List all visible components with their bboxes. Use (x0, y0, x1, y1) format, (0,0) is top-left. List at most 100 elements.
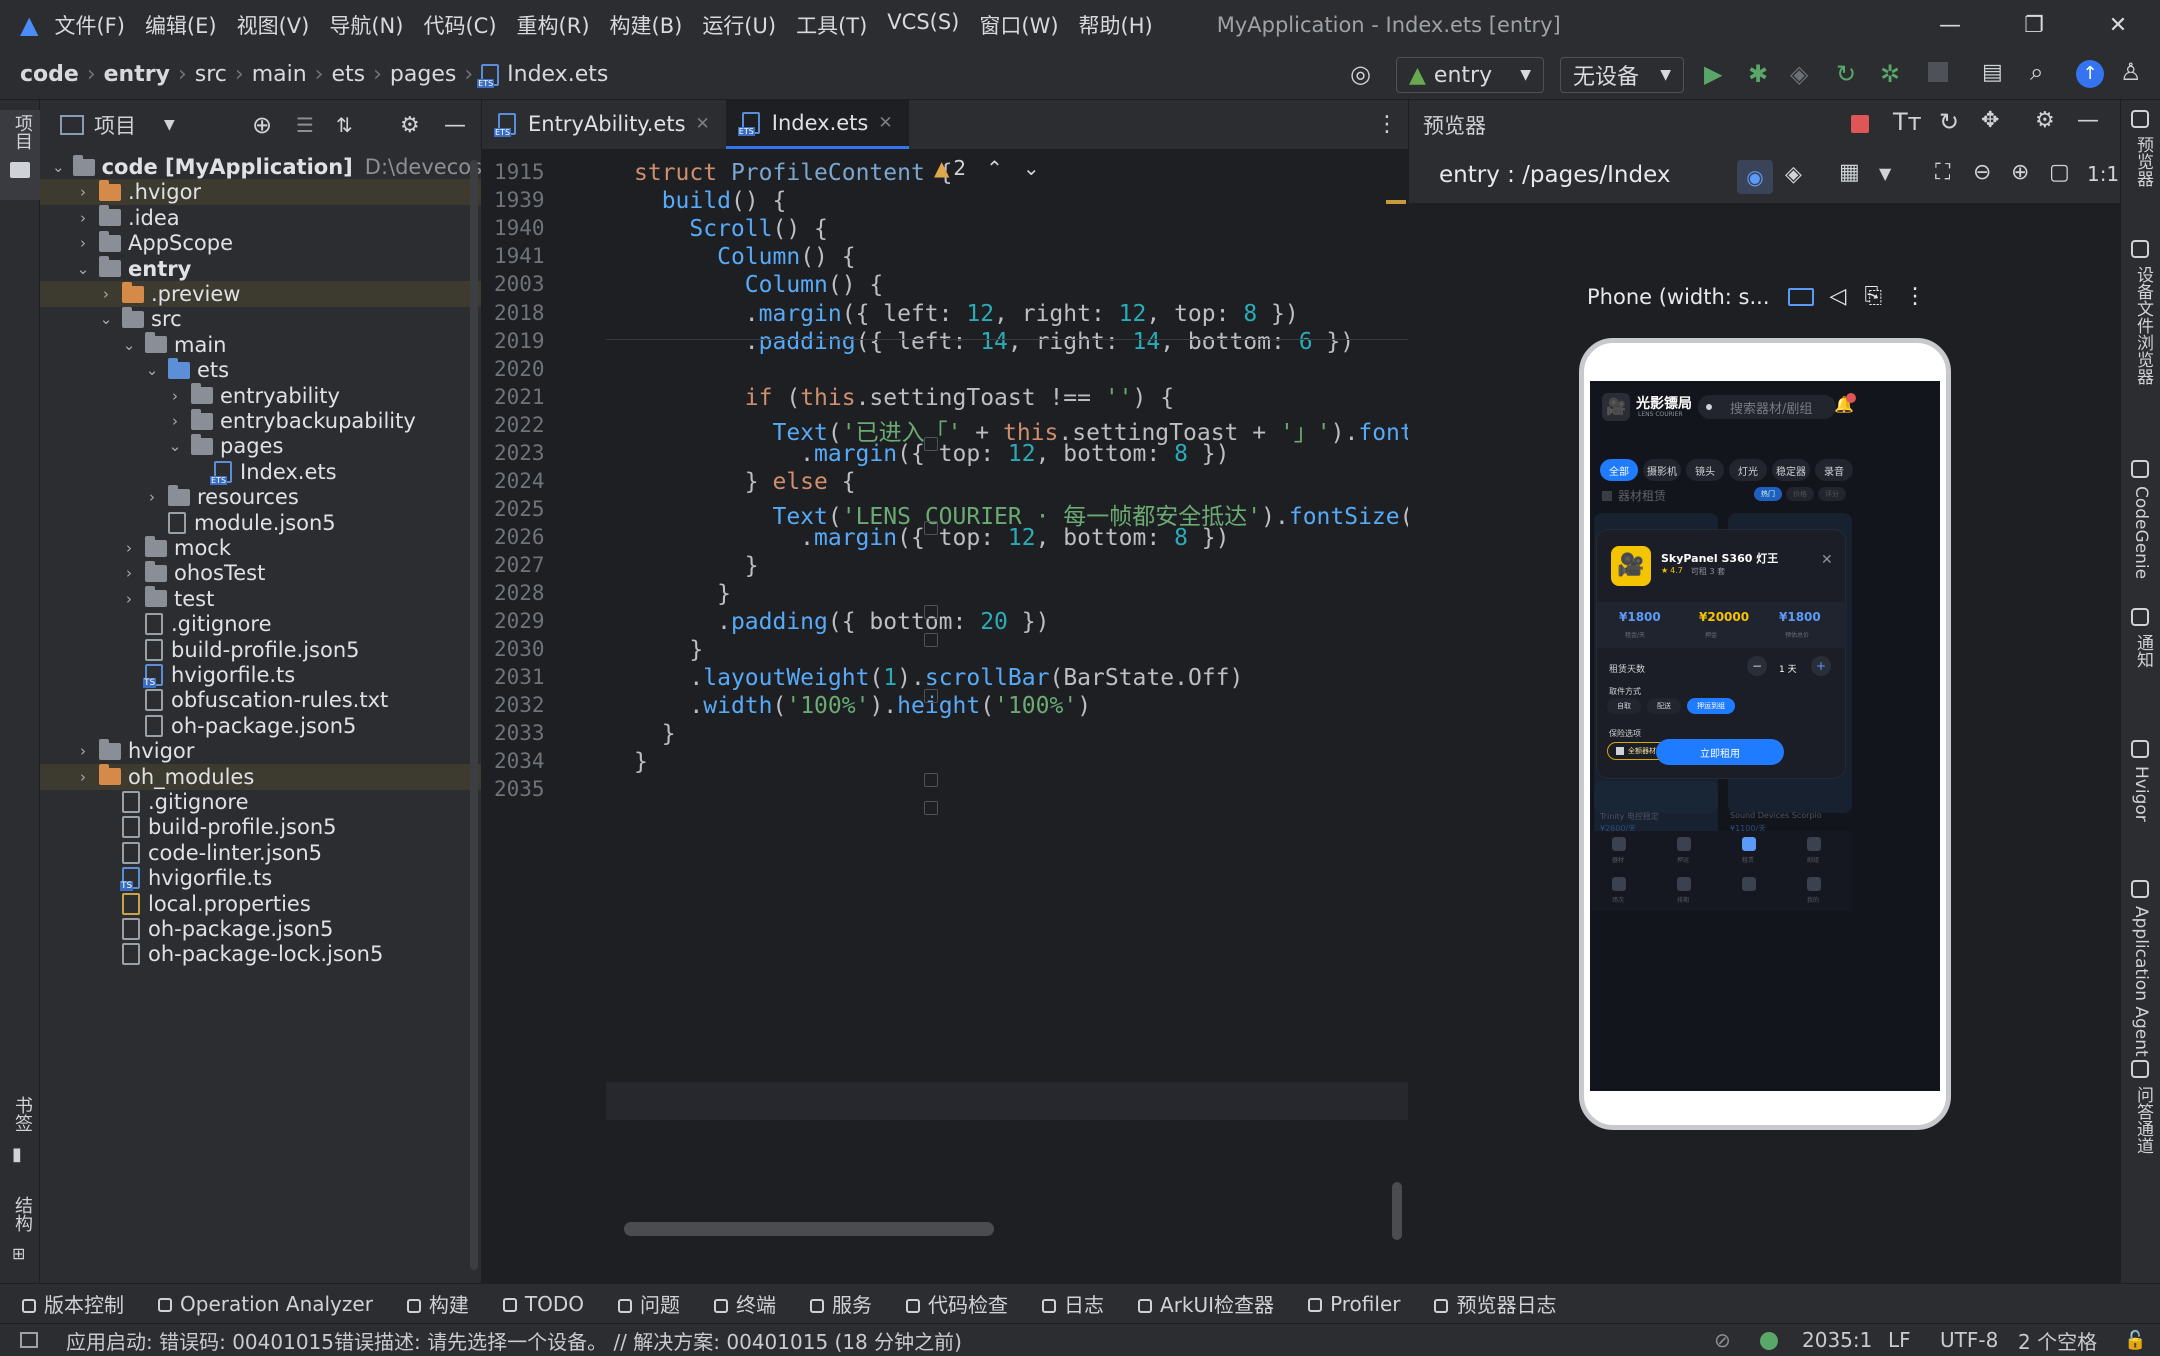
chevron-down-icon[interactable]: ▼ (164, 117, 175, 133)
tree-item[interactable]: › .hvigor (40, 179, 481, 206)
window-icon[interactable]: ▢ (2049, 160, 2070, 185)
tree-item[interactable]: ⌄ entry (40, 256, 481, 282)
tool-window-button[interactable]: 构建 (406, 1289, 469, 1318)
sticky-code-line[interactable]: Column() { (634, 272, 883, 298)
chevron-right-icon[interactable]: › (75, 183, 91, 201)
right-tool-icon[interactable] (2131, 880, 2149, 898)
nav-icon[interactable] (1807, 837, 1821, 851)
section-tab[interactable]: 价格 (1786, 487, 1814, 501)
tool-window-button[interactable]: 预览器日志 (1434, 1289, 1556, 1318)
fit-screen-icon[interactable]: ⛶ (1935, 160, 1950, 185)
tree-item[interactable]: ⌄ code [MyApplication] D:\devecostu (40, 154, 481, 180)
font-size-icon[interactable]: Tт (1893, 108, 1922, 136)
chevron-right-icon[interactable]: › (167, 412, 183, 430)
code-line[interactable]: } else { (634, 469, 856, 495)
chevron-right-icon[interactable]: › (75, 234, 91, 252)
sticky-code-line[interactable]: struct ProfileContent { (634, 160, 953, 186)
inspector-icon[interactable]: ◉ (1737, 160, 1773, 194)
next-highlight-icon[interactable]: ⌄ (1023, 156, 1040, 180)
menu-item[interactable]: 工具(T) (796, 10, 867, 40)
section-tab[interactable]: 评分 (1818, 487, 1846, 501)
tree-item[interactable]: ⌄ pages (40, 433, 481, 459)
hide-panel-icon[interactable]: — (444, 113, 466, 138)
menu-item[interactable]: VCS(S) (887, 10, 959, 40)
menu-item[interactable]: 导航(N) (329, 10, 403, 40)
maximize-icon[interactable]: ❐ (1992, 0, 2076, 50)
debug-icon[interactable]: ✱ (1748, 60, 1768, 88)
code-line[interactable]: } (634, 581, 731, 607)
tree-item[interactable]: › entryability (40, 383, 481, 409)
tool-window-button[interactable]: 日志 (1042, 1289, 1104, 1318)
tool-window-button[interactable]: 终端 (714, 1289, 776, 1318)
expand-all-icon[interactable]: ☰ (296, 113, 314, 137)
tool-window-button[interactable]: Operation Analyzer (158, 1292, 373, 1316)
structure-tool-label[interactable]: 结构 (9, 1196, 35, 1232)
chevron-right-icon[interactable]: › (75, 742, 91, 760)
app-search[interactable]: 搜索器材/剧组 (1698, 395, 1836, 419)
fold-marker-icon[interactable] (924, 801, 938, 815)
nav-icon[interactable] (1677, 877, 1691, 891)
sticky-code-line[interactable]: build() { (634, 188, 787, 214)
target-icon[interactable]: ◎ (1350, 60, 1371, 88)
category-chip[interactable]: 全部 (1600, 459, 1638, 481)
menu-item[interactable]: 构建(B) (610, 10, 683, 40)
tree-item[interactable]: › mock (40, 535, 481, 561)
breadcrumb-item[interactable]: Index.ets (477, 62, 608, 88)
close-modal-icon[interactable]: ✕ (1821, 552, 1833, 568)
device-label[interactable]: Phone (width: s... (1587, 285, 1770, 309)
stop-preview-icon[interactable] (1851, 115, 1869, 133)
previewer-settings-icon[interactable]: ⚙ (2035, 108, 2055, 133)
sticky-code-line[interactable]: Column() { (634, 244, 855, 270)
tree-item[interactable]: › .idea (40, 205, 481, 231)
status-message[interactable]: 应用启动: 错误码: 00401015错误描述: 请先选择一个设备。 // 解决… (66, 1326, 962, 1355)
tree-item[interactable]: › .preview (40, 281, 481, 307)
rent-now-button[interactable]: 立即租用 (1656, 739, 1784, 765)
tree-item[interactable]: .gitignore (40, 611, 481, 637)
device-type-icon[interactable] (1787, 287, 1814, 306)
tool-window-button[interactable]: 服务 (810, 1289, 872, 1318)
tool-window-button[interactable]: TODO (502, 1292, 584, 1316)
category-chip[interactable]: 灯光 (1729, 459, 1767, 481)
tree-item[interactable]: Index.ets (40, 459, 481, 485)
phone-screen[interactable]: 🎥 光影镖局 LENS COURIER 搜索器材/剧组 🔔 全部 摄影机 镜头 灯光稳… (1590, 381, 1940, 1091)
sticky-code-line[interactable]: Scroll() { (634, 216, 827, 242)
chevron-right-icon[interactable]: › (75, 768, 91, 786)
tool-window-button[interactable]: 代码检查 (906, 1289, 1008, 1318)
section-tab[interactable]: 热门 (1754, 487, 1782, 501)
code-line[interactable]: .layoutWeight(1).scrollBar(BarState.Off) (634, 665, 1243, 691)
tree-item[interactable]: ⌄ ets (40, 357, 481, 383)
close-window-icon[interactable]: ✕ (2076, 0, 2160, 50)
tree-item[interactable]: ⌄ main (40, 332, 481, 358)
nav-icon[interactable] (1807, 877, 1821, 891)
pickup-option[interactable]: 押运到组 (1687, 698, 1735, 714)
fold-marker-icon[interactable] (924, 689, 938, 703)
menu-item[interactable]: 编辑(E) (145, 10, 217, 40)
right-tool-label[interactable]: Application Agent (2131, 906, 2151, 1057)
search-icon[interactable]: ⌕ (2030, 58, 2043, 86)
category-chip[interactable]: 摄影机 (1643, 459, 1681, 481)
code-line[interactable]: } (634, 721, 676, 747)
menu-item[interactable]: 帮助(H) (1079, 10, 1153, 40)
nav-icon[interactable] (1742, 837, 1756, 851)
project-view-select[interactable]: 项目 (94, 110, 136, 140)
minimize-icon[interactable]: — (1908, 0, 1992, 50)
bookmarks-tool-label[interactable]: 书签 (9, 1096, 35, 1132)
inspection-widget[interactable]: ▲ 2 ⌃ ⌄ (934, 156, 1040, 180)
breadcrumb-item[interactable]: code › (20, 62, 104, 87)
more-options-icon[interactable]: ⋮ (1904, 284, 1926, 309)
code-line[interactable]: .padding({ bottom: 20 }) (634, 609, 1049, 635)
breadcrumb-item[interactable]: main › (252, 62, 332, 87)
horizontal-scrollbar[interactable] (624, 1222, 994, 1236)
cursor-position[interactable]: 2035:1 (1802, 1328, 1872, 1352)
tool-window-button[interactable]: Profiler (1308, 1292, 1400, 1316)
pin-icon[interactable]: ✥ (1981, 108, 1999, 133)
hide-previewer-icon[interactable]: — (2077, 108, 2099, 133)
right-tool-label[interactable]: 问答通道 (2131, 1086, 2156, 1154)
warning-stripe-marker[interactable] (1386, 200, 1406, 204)
tree-item[interactable]: › ohosTest (40, 560, 481, 586)
tree-item[interactable]: › entrybackupability (40, 408, 481, 434)
zoom-out-icon[interactable]: ⊖ (1973, 160, 1991, 185)
profile-icon[interactable]: ✲ (1880, 60, 1900, 88)
actual-size-icon[interactable]: 1:1 (2087, 162, 2119, 186)
category-chip[interactable]: 录音 (1815, 459, 1853, 481)
